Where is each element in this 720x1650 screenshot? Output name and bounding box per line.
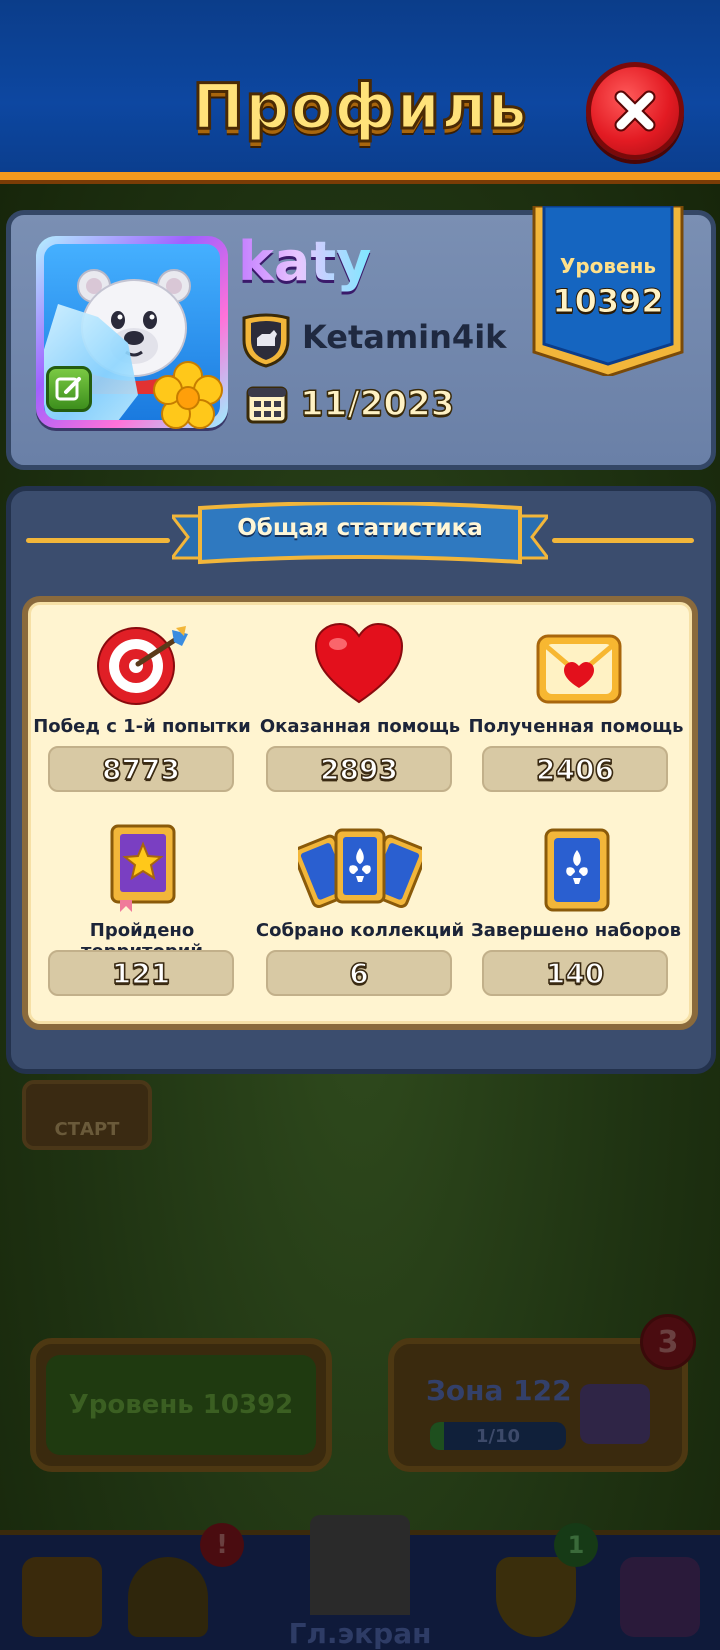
castle-nav-icon [310,1515,410,1615]
username: katy [238,230,372,293]
target-icon [97,626,188,705]
team-name[interactable]: Ketamin4ik [302,318,506,356]
stat-label: Собрано коллекций [255,920,465,941]
card-collection-icon [298,828,422,909]
stat-value: 121 [48,950,234,996]
profile-header: Профиль [0,0,720,180]
team-shield-nav-icon [496,1557,576,1637]
card-set-icon [544,828,610,912]
heart-icon [314,622,404,704]
stat-label: Оказанная помощь [259,716,461,737]
stat-value: 2893 [266,746,452,792]
level-label: Уровень [559,254,657,278]
flower-badge-icon [153,361,223,429]
edit-icon [55,377,81,401]
stats-section-title: Общая статистика [237,515,483,541]
background-level-button-label: Уровень 10392 [46,1355,316,1455]
background-zone-panel: Зона 122 1/10 [388,1338,688,1472]
nav-home-label: Гл.экран [288,1617,432,1650]
background-bottom-nav: ! Гл.экран 1 [0,1515,720,1650]
stat-label: Завершено наборов [471,920,681,941]
star-book-icon [110,824,176,912]
trophy-nav-icon [128,1557,208,1637]
close-icon [614,90,656,132]
stat-value: 6 [266,950,452,996]
cards-nav-icon [620,1557,700,1637]
join-date: 11/2023 [299,383,455,425]
envelope-heart-icon [536,634,622,704]
stat-label: Полученная помощь [468,716,684,737]
team-shield-icon[interactable] [240,312,292,368]
background-zone-progress-text: 1/10 [475,1425,521,1447]
nav-alert-badge: ! [200,1523,244,1567]
close-button[interactable] [586,62,684,160]
star-book-nav-icon [22,1557,102,1637]
chest-icon [580,1384,650,1444]
background-level-button: Уровень 10392 [30,1338,332,1472]
stat-value: 8773 [48,746,234,792]
background-zone-progress: 1/10 [430,1422,566,1450]
nav-team-badge: 1 [554,1523,598,1567]
background-zone-title: Зона 122 [426,1374,572,1407]
stat-value: 140 [482,950,668,996]
background-zone-badge: 3 [640,1314,696,1370]
background-zone-progress-fill [430,1422,444,1450]
edit-avatar-button[interactable] [46,366,92,412]
level-value: 10392 [552,282,664,321]
calendar-icon [246,386,288,424]
ribbon-line-left [26,538,170,543]
page-title: Профиль [191,69,528,145]
stat-label: Побед с 1-й попытки [33,716,251,737]
ribbon-line-right [552,538,694,543]
background-start-sign: СТАРТ [22,1080,152,1150]
stat-value: 2406 [482,746,668,792]
